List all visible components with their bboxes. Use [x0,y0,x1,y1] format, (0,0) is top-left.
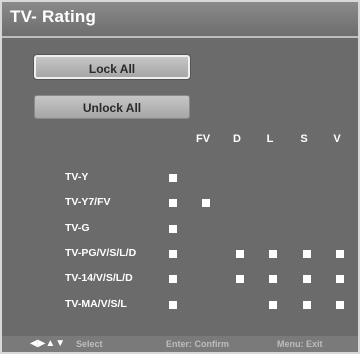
title-divider [2,36,358,38]
unlock-all-button[interactable]: Unlock All [34,95,190,119]
lock-checkbox-all[interactable] [169,301,177,309]
rating-row-label: TV-MA/V/S/L [65,298,127,310]
rating-row-label: TV-Y7/FV [65,196,111,208]
rating-row-label: TV-Y [65,171,89,183]
rating-row-label: TV-14/V/S/L/D [65,272,133,284]
help-bar: ◀▶▲▼ Select Enter: Confirm Menu: Exit [2,336,358,352]
lock-checkbox-all[interactable] [169,275,177,283]
lock-checkbox-all[interactable] [169,174,177,182]
lock-checkbox-l[interactable] [269,250,277,258]
rating-row-label: TV-PG/V/S/L/D [65,247,137,259]
lock-checkbox-d[interactable] [236,250,244,258]
lock-checkbox-all[interactable] [169,225,177,233]
lock-checkbox-fv[interactable] [202,199,210,207]
nav-arrows-icon: ◀▶▲▼ [30,338,66,349]
lock-checkbox-v[interactable] [336,301,344,309]
lock-checkbox-s[interactable] [303,275,311,283]
confirm-hint: Enter: Confirm [166,339,229,349]
rating-row-label: TV-G [65,222,90,234]
column-header-v: V [333,133,341,145]
lock-checkbox-s[interactable] [303,301,311,309]
lock-checkbox-v[interactable] [336,275,344,283]
title-bar: TV- Rating [2,2,358,36]
lock-checkbox-all[interactable] [169,199,177,207]
exit-hint: Menu: Exit [277,339,323,349]
lock-checkbox-l[interactable] [269,301,277,309]
lock-checkbox-all[interactable] [169,250,177,258]
column-header-fv: FV [195,133,211,145]
lock-checkbox-d[interactable] [236,275,244,283]
tv-rating-screen: TV- Rating Lock All Unlock All FV D L S … [0,0,360,354]
lock-all-button[interactable]: Lock All [34,55,190,79]
lock-checkbox-v[interactable] [336,250,344,258]
page-title: TV- Rating [10,7,97,26]
column-header-d: D [233,133,241,145]
column-header-s: S [300,133,308,145]
column-header-l: L [266,133,274,145]
lock-checkbox-l[interactable] [269,275,277,283]
lock-checkbox-s[interactable] [303,250,311,258]
select-hint: Select [76,339,103,349]
